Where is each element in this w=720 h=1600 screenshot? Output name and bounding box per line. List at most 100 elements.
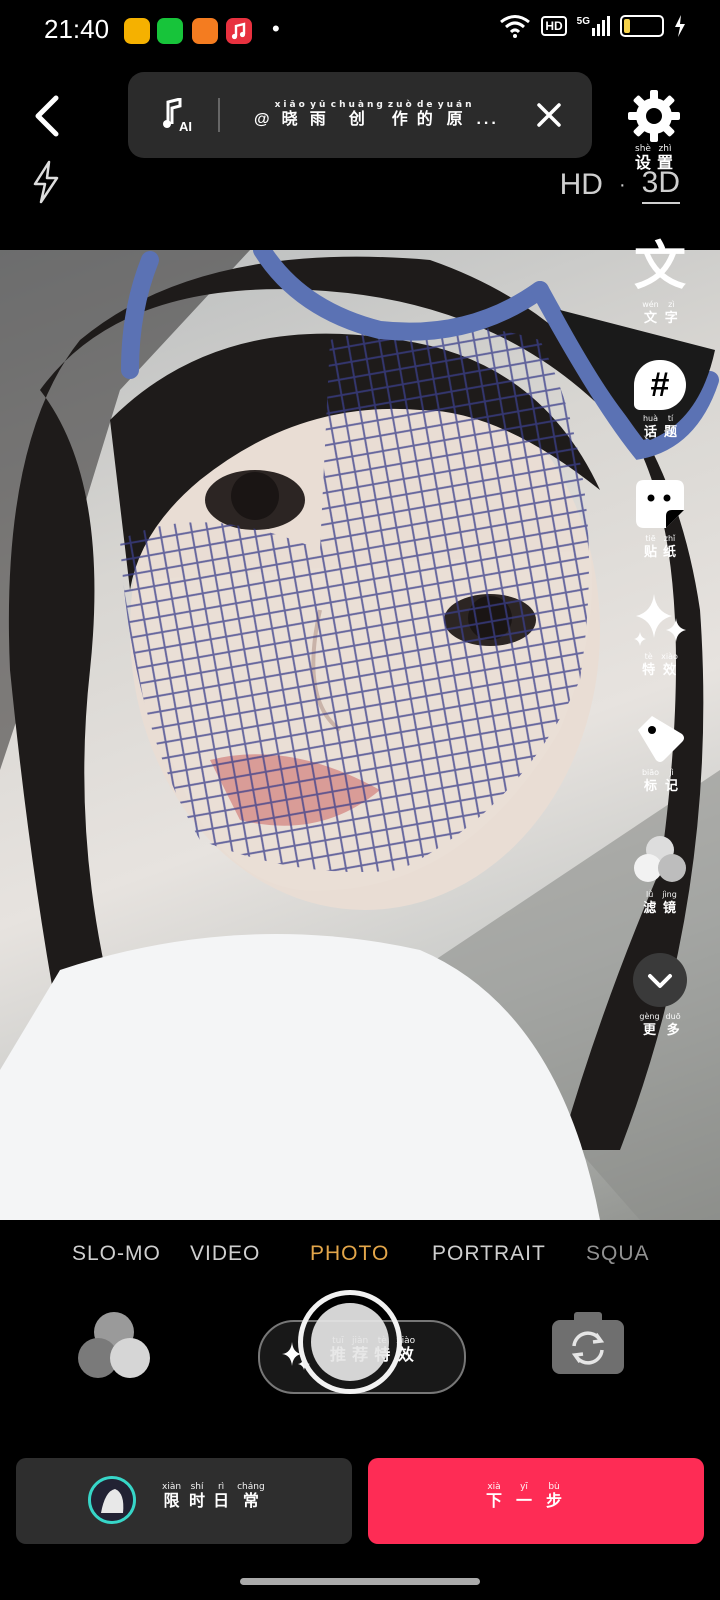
next-step-button[interactable]: xià 下 yī 一 bù 步: [368, 1458, 704, 1544]
flip-camera-icon[interactable]: [550, 1310, 626, 1376]
pinyin: gèng: [639, 1012, 660, 1021]
ruby-char: yuán 原: [438, 100, 475, 130]
mode-slo-mo[interactable]: SLO-MO: [72, 1242, 161, 1266]
hanzi: 特: [642, 662, 656, 677]
at-symbol: @: [254, 111, 273, 128]
settings-button[interactable]: shè 设 zhì 置: [624, 88, 684, 174]
capture-mode-selector[interactable]: SLO-MO VIDEO PHOTO PORTRAIT SQUA: [0, 1242, 720, 1282]
close-icon[interactable]: [536, 102, 562, 128]
hanzi: 日: [213, 1493, 230, 1510]
tag-icon: [638, 716, 684, 762]
svg-text:AI: AI: [179, 119, 192, 132]
network-type: 5G: [576, 16, 590, 27]
ruby-char: jì 记: [665, 768, 678, 793]
pinyin: yuán: [437, 100, 475, 110]
hd-voice-badge: HD: [541, 16, 567, 36]
tag-tool[interactable]: biāo 标 jì 记: [628, 712, 692, 793]
ruby-char: yī 一: [516, 1482, 532, 1512]
more-tool[interactable]: gèng 更 duō 多: [628, 952, 692, 1037]
shutter-inner: [311, 1303, 389, 1381]
tag-tool-label: biāo 标 jì 记: [628, 768, 692, 793]
text-tool[interactable]: 文 wén 文 zì 字: [628, 238, 692, 325]
ruby-char: zhǐ 纸: [663, 534, 676, 559]
ruby-char: de 的: [417, 100, 436, 130]
status-time: 21:40: [44, 14, 110, 44]
hanzi: 更: [642, 1022, 656, 1037]
ruby-char: lǜ 滤: [643, 890, 656, 915]
hashtag-icon: #: [634, 360, 686, 410]
filter-icon: [634, 836, 686, 882]
hanzi: 下: [486, 1493, 503, 1510]
sticker-tool[interactable]: tiē 贴 zhǐ 纸: [628, 478, 692, 559]
quality-separator: ·: [618, 173, 626, 196]
next-step-label: xià 下 yī 一 bù 步: [486, 1482, 562, 1512]
pinyin: zhǐ: [663, 534, 676, 543]
notification-dot: •: [272, 16, 280, 41]
hanzi: 雨: [309, 111, 329, 128]
hanzi: 字: [664, 310, 678, 325]
more-tool-label: gèng 更 duō 多: [628, 1012, 692, 1037]
hanzi: 晓: [281, 111, 301, 128]
flash-icon[interactable]: [30, 160, 62, 204]
daily-story-button[interactable]: xiàn 限 shí 时 rì 日 cháng 常: [16, 1458, 352, 1544]
hanzi: 贴: [643, 544, 657, 559]
hanzi: 话: [643, 424, 657, 439]
hanzi: 文: [643, 310, 657, 325]
ruby-char: wén 文: [642, 300, 659, 325]
mode-square[interactable]: SQUA: [586, 1242, 650, 1266]
pinyin: jìng: [662, 890, 677, 899]
effects-tool-label: tè 特 xiào 效: [628, 652, 692, 677]
music-title-text: xiǎo 晓 yǔ 雨 chuàng 创 zuò 作 de 的 yuán 原: [275, 100, 475, 130]
text-tool-label: wén 文 zì 字: [628, 300, 692, 325]
pinyin: tè: [644, 652, 653, 661]
pinyin: jì: [669, 768, 674, 777]
avatar-image: [91, 1479, 133, 1521]
hanzi: 原: [446, 111, 466, 128]
shutter-button[interactable]: [298, 1290, 402, 1394]
filter-tool[interactable]: lǜ 滤 jìng 镜: [628, 834, 692, 915]
music-app-icon: [226, 18, 252, 44]
sticker-tool-label: tiē 贴 zhǐ 纸: [628, 534, 692, 559]
pinyin: tí: [667, 414, 674, 423]
pinyin: xiào: [661, 652, 678, 661]
ruby-char: tí 题: [664, 414, 677, 439]
pinyin: zuò: [387, 100, 415, 110]
pinyin: biāo: [641, 768, 660, 777]
camera-viewfinder[interactable]: [0, 250, 720, 1220]
hanzi: 题: [664, 424, 678, 439]
ruby-char: rì 日: [213, 1482, 229, 1512]
pinyin: zì: [668, 300, 675, 309]
mode-photo[interactable]: PHOTO: [310, 1242, 389, 1266]
effects-tool[interactable]: tè 特 xiào 效: [628, 592, 692, 677]
battery-icon: [620, 15, 664, 37]
pinyin: zhì: [658, 144, 672, 154]
hanzi: 镜: [662, 900, 676, 915]
topic-tool[interactable]: # huà 话 tí 题: [628, 360, 692, 439]
notification-app-icon: [157, 18, 183, 44]
ruby-char: yǔ 雨: [310, 100, 329, 130]
filter-toggle-icon[interactable]: [74, 1310, 154, 1382]
pinyin: yī: [520, 1482, 528, 1492]
hanzi: 作: [391, 111, 411, 128]
ai-music-icon: AI: [163, 98, 192, 132]
3d-option[interactable]: 3D: [641, 166, 680, 204]
gear-icon: [628, 90, 680, 142]
hanzi: 效: [663, 662, 677, 677]
wifi-icon: [500, 15, 531, 38]
hd-option[interactable]: HD: [560, 168, 603, 202]
mode-video[interactable]: VIDEO: [190, 1242, 260, 1266]
back-arrow-icon[interactable]: [30, 94, 70, 138]
ruby-char: biāo 标: [642, 768, 659, 793]
music-selector[interactable]: AI @ xiǎo 晓 yǔ 雨 chuàng 创 zuò 作 de 的 yuán 原 ...: [128, 72, 592, 158]
hanzi: 滤: [643, 900, 657, 915]
hanzi: 步: [546, 1493, 563, 1510]
quality-toggle[interactable]: HD · 3D: [560, 166, 680, 204]
ruby-char: shí 时: [189, 1482, 205, 1512]
charging-bolt-icon: [675, 15, 685, 37]
ruby-char: cháng 常: [237, 1482, 265, 1512]
ruby-char: xiàn 限: [162, 1482, 181, 1512]
pinyin: yǔ: [310, 100, 329, 110]
mode-portrait[interactable]: PORTRAIT: [432, 1242, 546, 1266]
divider: [218, 98, 220, 132]
home-indicator[interactable]: [240, 1578, 480, 1585]
